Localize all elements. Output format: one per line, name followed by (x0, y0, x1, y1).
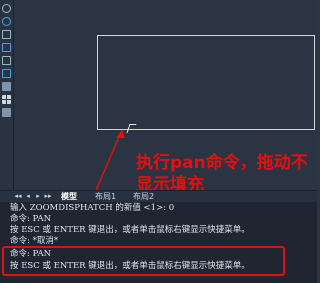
layer-icon[interactable] (2, 69, 11, 78)
cad-app: 执行pan命令，拖动不显示填充 ◂◂ ◂ ▸ ▸▸ 模型 布局1 布局2 输入 … (0, 0, 317, 283)
highlight-box (2, 246, 285, 276)
copy-icon[interactable] (2, 30, 11, 39)
last-tab-icon[interactable]: ▸▸ (44, 192, 52, 201)
left-toolbar (0, 0, 14, 190)
fill-icon[interactable] (2, 82, 11, 91)
select-icon[interactable] (2, 56, 11, 65)
grid-icon[interactable] (2, 95, 11, 104)
cursor-icon (126, 124, 137, 133)
command-line: 命令: PAN (10, 214, 52, 224)
image-icon[interactable] (2, 108, 11, 117)
node-icon[interactable] (2, 43, 11, 52)
next-tab-icon[interactable]: ▸ (34, 192, 42, 201)
command-line: 输入 ZOOMDISPHATCH 的新值 <1>: 0 (10, 203, 175, 213)
refresh-icon[interactable] (2, 4, 11, 13)
command-line: 按 ESC 或 ENTER 键退出，或者单击鼠标右键显示快捷菜单。 (10, 225, 250, 235)
prev-tab-icon[interactable]: ◂ (24, 192, 32, 201)
rectangle-shape[interactable] (97, 35, 315, 130)
first-tab-icon[interactable]: ◂◂ (14, 192, 22, 201)
rotate-icon[interactable] (2, 17, 11, 26)
